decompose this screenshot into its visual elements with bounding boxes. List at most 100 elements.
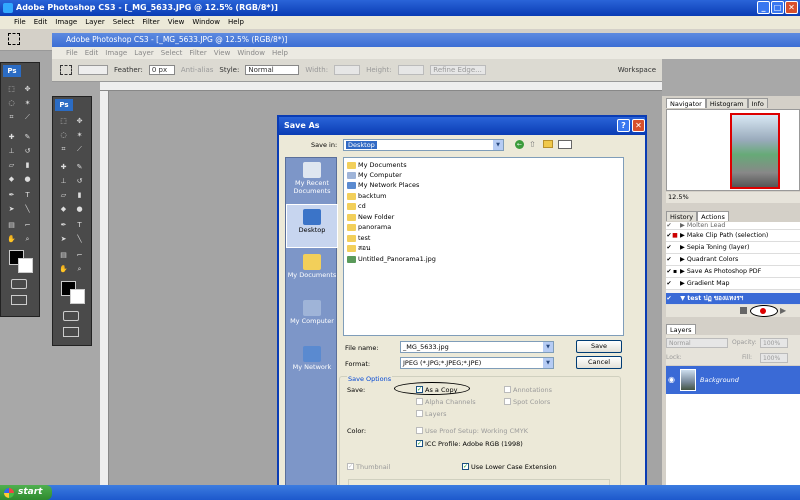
menu-edit[interactable]: Edit bbox=[34, 16, 48, 29]
inner-menu-image[interactable]: Image bbox=[105, 47, 127, 59]
path-select-icon[interactable]: ➤ bbox=[7, 205, 16, 214]
inner-lasso-icon[interactable]: ◌ bbox=[59, 131, 68, 140]
list-item[interactable]: test bbox=[347, 233, 370, 243]
marquee-tool-icon[interactable]: ⬚ bbox=[7, 85, 16, 94]
alpha-channels-checkbox[interactable]: Alpha Channels bbox=[416, 397, 476, 406]
menu-select[interactable]: Select bbox=[113, 16, 135, 29]
tab-info[interactable]: Info bbox=[747, 98, 768, 108]
tab-history[interactable]: History bbox=[666, 211, 698, 221]
close-button[interactable]: ✕ bbox=[785, 1, 798, 14]
menu-filter[interactable]: Filter bbox=[142, 16, 159, 29]
inner-eraser-icon[interactable]: ▱ bbox=[59, 191, 68, 200]
lasso-tool-icon[interactable]: ◌ bbox=[7, 99, 16, 108]
inner-menu-filter[interactable]: Filter bbox=[189, 47, 206, 59]
quick-mask-icon[interactable] bbox=[11, 279, 27, 289]
feather-input[interactable]: 0 px bbox=[148, 65, 175, 75]
list-item[interactable]: Untitled_Panorama1.jpg bbox=[347, 254, 436, 264]
screen-mode-icon[interactable] bbox=[11, 295, 27, 305]
action-item[interactable]: ✔ ▶ Gradient Map bbox=[666, 278, 800, 290]
stop-icon[interactable] bbox=[740, 307, 747, 314]
navigator-thumbnail[interactable] bbox=[730, 113, 780, 189]
inner-move-tool-icon[interactable]: ✥ bbox=[75, 117, 84, 126]
action-item[interactable]: ✔ ▶ Sepia Toning (layer) bbox=[666, 242, 800, 254]
height-input[interactable] bbox=[397, 65, 424, 75]
inner-menu-view[interactable]: View bbox=[214, 47, 231, 59]
tab-layers[interactable]: Layers bbox=[666, 324, 696, 334]
place-my-documents[interactable]: My Documents bbox=[286, 250, 338, 294]
inner-quickmask-icon[interactable] bbox=[63, 311, 79, 321]
minimize-button[interactable]: _ bbox=[757, 1, 770, 14]
save-button[interactable]: Save bbox=[576, 340, 622, 353]
inner-stamp-icon[interactable]: ⊥ bbox=[59, 177, 68, 186]
pen-tool-icon[interactable]: ✒ bbox=[7, 191, 16, 200]
selection-mode-buttons[interactable] bbox=[78, 65, 108, 75]
inner-marquee-tool-icon[interactable]: ⬚ bbox=[59, 117, 68, 126]
inner-menu-layer[interactable]: Layer bbox=[134, 47, 154, 59]
menu-help[interactable]: Help bbox=[228, 16, 244, 29]
eraser-tool-icon[interactable]: ▱ bbox=[7, 161, 16, 170]
lowercase-extension-checkbox[interactable]: ✓ Use Lower Case Extension bbox=[462, 462, 557, 471]
layers-checkbox[interactable]: Layers bbox=[416, 409, 447, 418]
gradient-tool-icon[interactable]: ▮ bbox=[23, 161, 32, 170]
inner-notes-icon[interactable]: ▤ bbox=[59, 251, 68, 260]
inner-menu-select[interactable]: Select bbox=[161, 47, 183, 59]
inner-gradient-icon[interactable]: ▮ bbox=[75, 191, 84, 200]
crop-tool-icon[interactable]: ⌗ bbox=[7, 113, 16, 122]
up-folder-icon[interactable]: ⇧ bbox=[529, 140, 536, 149]
list-item[interactable]: cd bbox=[347, 201, 366, 211]
healing-tool-icon[interactable]: ✚ bbox=[7, 133, 16, 142]
menu-image[interactable]: Image bbox=[55, 16, 77, 29]
list-item[interactable]: panorama bbox=[347, 222, 391, 232]
list-item[interactable]: New Folder bbox=[347, 212, 394, 222]
place-desktop[interactable]: Desktop bbox=[286, 204, 338, 248]
inner-path-icon[interactable]: ➤ bbox=[59, 235, 68, 244]
inner-wand-icon[interactable]: ✶ bbox=[75, 131, 84, 140]
thumbnail-checkbox[interactable]: ✓ Thumbnail bbox=[347, 462, 390, 471]
inner-history-icon[interactable]: ↺ bbox=[75, 177, 84, 186]
inner-menu-window[interactable]: Window bbox=[237, 47, 265, 59]
inner-eyedropper-icon[interactable]: ⌐ bbox=[75, 251, 84, 260]
inner-heal-icon[interactable]: ✚ bbox=[59, 163, 68, 172]
menu-view[interactable]: View bbox=[168, 16, 185, 29]
list-item[interactable]: My Network Places bbox=[347, 180, 419, 190]
navigator-zoom[interactable]: 12.5% bbox=[666, 192, 800, 203]
opacity-input[interactable]: 100% bbox=[760, 338, 788, 348]
action-item[interactable]: ✔ ▶ Quadrant Colors bbox=[666, 254, 800, 266]
slice-tool-icon[interactable]: ⟋ bbox=[23, 113, 32, 122]
workspace-menu[interactable]: Workspace bbox=[618, 66, 656, 74]
inner-slice-icon[interactable]: ⟋ bbox=[75, 145, 84, 154]
blend-mode-select[interactable]: Normal bbox=[666, 338, 728, 348]
hand-tool-icon[interactable]: ✋ bbox=[7, 235, 16, 244]
place-my-network[interactable]: My Network bbox=[286, 342, 338, 386]
annotations-checkbox[interactable]: Annotations bbox=[504, 385, 552, 394]
fill-input[interactable]: 100% bbox=[760, 353, 788, 363]
inner-dodge-icon[interactable]: ● bbox=[75, 205, 84, 214]
new-folder-icon[interactable] bbox=[543, 140, 553, 148]
eye-icon[interactable]: ◉ bbox=[668, 375, 675, 384]
back-icon[interactable]: ← bbox=[515, 140, 524, 149]
inner-bg-swatch[interactable] bbox=[70, 289, 85, 304]
inner-blur-icon[interactable]: ◆ bbox=[59, 205, 68, 214]
width-input[interactable] bbox=[334, 65, 361, 75]
marquee-preset-icon[interactable] bbox=[8, 33, 20, 45]
inner-screenmode-icon[interactable] bbox=[63, 327, 79, 337]
filename-input[interactable]: _MG_5633.jpg ▼ bbox=[400, 341, 554, 353]
inner-pen-icon[interactable]: ✒ bbox=[59, 221, 68, 230]
menu-layer[interactable]: Layer bbox=[85, 16, 105, 29]
icc-profile-checkbox[interactable]: ✓ ICC Profile: Adobe RGB (1998) bbox=[416, 439, 523, 448]
list-item[interactable]: สอน bbox=[347, 243, 370, 253]
line-tool-icon[interactable]: ╲ bbox=[23, 205, 32, 214]
inner-zoom-icon[interactable]: ⌕ bbox=[75, 265, 84, 274]
inner-menu-edit[interactable]: Edit bbox=[85, 47, 99, 59]
zoom-tool-icon[interactable]: ⌕ bbox=[23, 235, 32, 244]
save-in-select[interactable]: Desktop ▼ bbox=[343, 139, 504, 151]
stamp-tool-icon[interactable]: ⊥ bbox=[7, 147, 16, 156]
menu-file[interactable]: File bbox=[14, 16, 26, 29]
help-button[interactable]: ? bbox=[617, 119, 630, 132]
antialias-checkbox[interactable]: Anti-alias bbox=[181, 66, 214, 74]
format-select[interactable]: JPEG (*.JPG;*.JPEG;*.JPE) ▼ bbox=[400, 357, 554, 369]
cancel-button[interactable]: Cancel bbox=[576, 356, 622, 369]
magic-wand-icon[interactable]: ✶ bbox=[23, 99, 32, 108]
blur-tool-icon[interactable]: ◆ bbox=[7, 175, 16, 184]
background-color-swatch[interactable] bbox=[18, 258, 33, 273]
